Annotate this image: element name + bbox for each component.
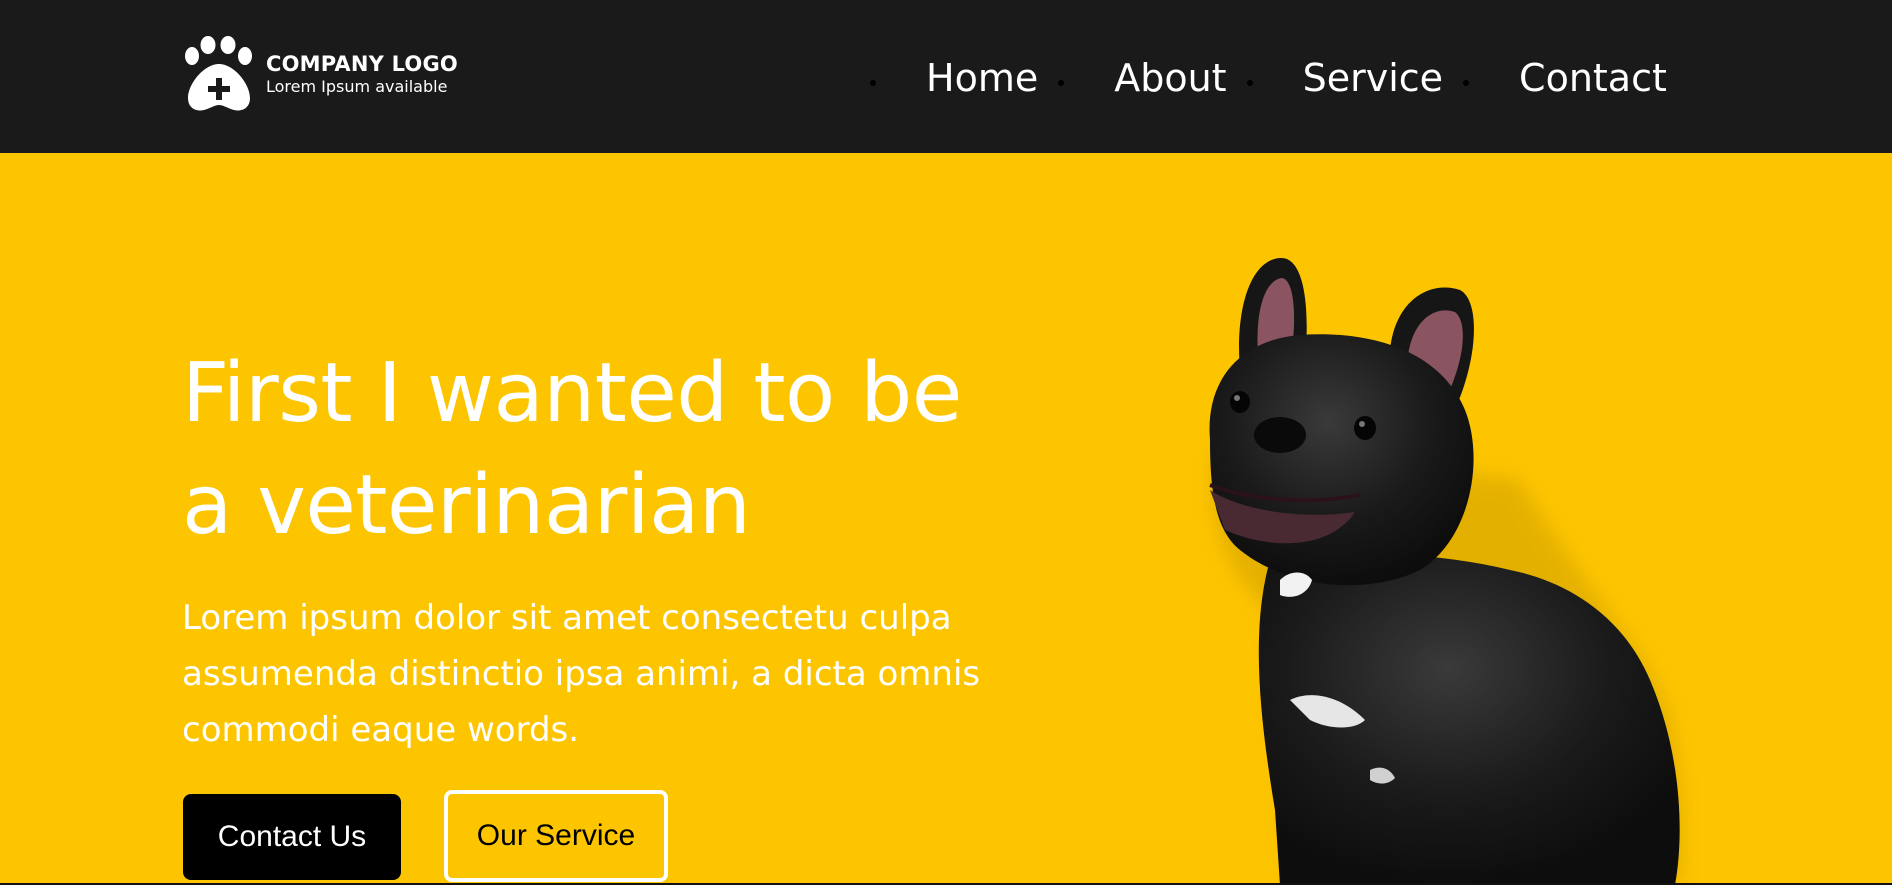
nav-link-service[interactable]: Service bbox=[1253, 50, 1463, 106]
logo-subtitle: Lorem Ipsum available bbox=[266, 77, 448, 96]
hero-title: First I wanted to be a veterinarian bbox=[182, 338, 1142, 562]
contact-us-button[interactable]: Contact Us bbox=[183, 794, 401, 880]
nav-link-contact[interactable]: Contact bbox=[1469, 50, 1687, 106]
paw-plus-icon bbox=[185, 36, 252, 111]
nav-item-service: Service bbox=[1246, 50, 1463, 106]
nav-item-about: About bbox=[1058, 50, 1246, 106]
logo-text: COMPANY LOGO Lorem Ipsum available bbox=[266, 51, 458, 97]
navbar: COMPANY LOGO Lorem Ipsum available Home … bbox=[0, 0, 1892, 153]
nav-item-home: Home bbox=[870, 50, 1058, 106]
french-bulldog-image bbox=[1209, 257, 1682, 885]
our-service-button[interactable]: Our Service bbox=[444, 790, 668, 882]
nav-item-contact: Contact bbox=[1463, 50, 1687, 106]
main-nav: Home About Service Contact bbox=[870, 50, 1687, 106]
hero-title-line-1: First I wanted to be bbox=[182, 346, 962, 441]
logo-title: COMPANY LOGO bbox=[266, 52, 458, 76]
nav-link-home[interactable]: Home bbox=[876, 50, 1058, 106]
nav-link-about[interactable]: About bbox=[1064, 50, 1246, 106]
hero-title-line-2: a veterinarian bbox=[182, 458, 751, 553]
hero-description: Lorem ipsum dolor sit amet consectetu cu… bbox=[182, 598, 981, 750]
company-logo[interactable]: COMPANY LOGO Lorem Ipsum available bbox=[182, 36, 458, 112]
